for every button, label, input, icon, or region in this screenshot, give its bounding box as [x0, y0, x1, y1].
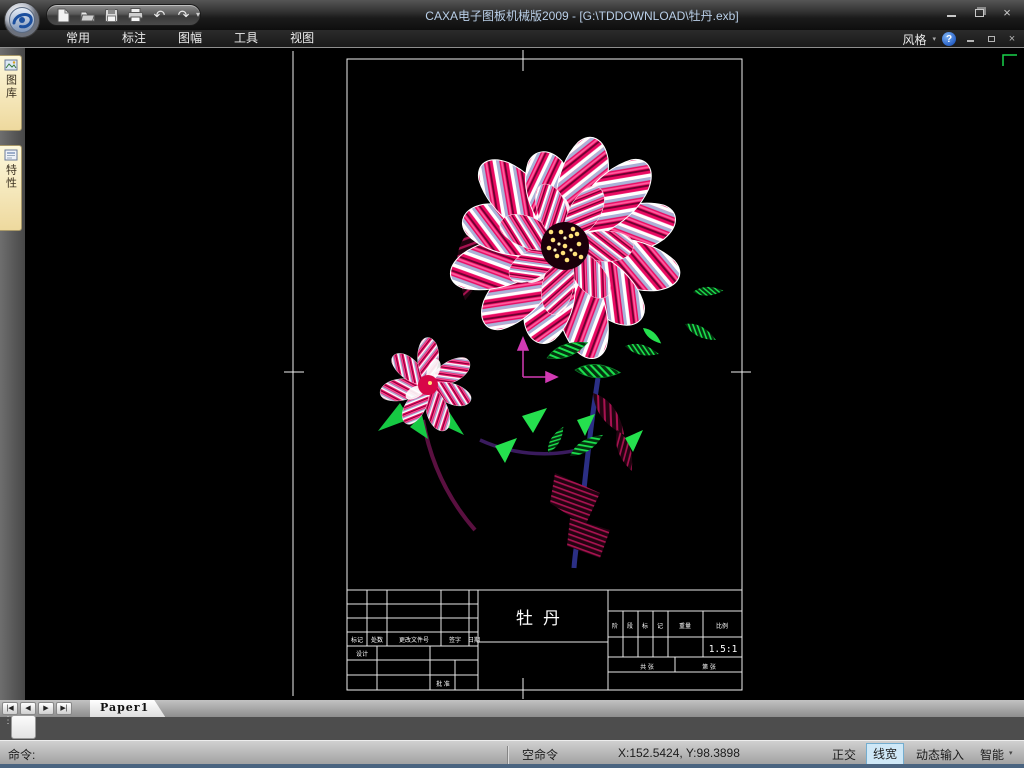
- dock-grip-icon[interactable]: ⋮: [3, 716, 13, 726]
- menu-bar: 常用 标注 图幅 工具 视图 风格 ▾ ? ×: [0, 30, 1024, 48]
- menu-biaozhu[interactable]: 标注: [106, 30, 162, 48]
- tb-rev-fileno: 更改文件号: [399, 636, 429, 644]
- library-icon: [4, 59, 17, 71]
- tb-stage-1: 阶: [612, 622, 618, 630]
- mdi-restore-icon: [987, 36, 995, 42]
- tb-rev-sign: 签字: [449, 636, 461, 644]
- linewidth-toggle[interactable]: 线宽: [866, 743, 905, 765]
- tb-approve: 批 准: [436, 680, 450, 688]
- tb-designer: 设计: [356, 650, 368, 658]
- tb-scale-value: 1.5:1: [709, 644, 738, 655]
- sidebar-tab-library-label: 图库: [4, 74, 17, 100]
- mdi-restore-button[interactable]: [983, 33, 999, 45]
- first-sheet-button[interactable]: |◀: [2, 702, 18, 715]
- snap-mode-toggle[interactable]: 智能: [980, 746, 1004, 763]
- style-menu[interactable]: 风格: [902, 31, 926, 48]
- quick-access-toolbar: ↶ ↷: [46, 4, 201, 26]
- command-window-handle[interactable]: [11, 715, 36, 739]
- dynamic-input-toggle[interactable]: 动态输入: [916, 746, 964, 763]
- app-logo-icon[interactable]: [3, 1, 41, 39]
- tb-weight: 重量: [679, 622, 691, 630]
- sidebar-tab-properties[interactable]: 特性: [0, 145, 22, 231]
- menu-tufu[interactable]: 图幅: [162, 30, 218, 48]
- menu-gongju[interactable]: 工具: [218, 30, 274, 48]
- style-dropdown-icon[interactable]: ▾: [932, 35, 936, 43]
- window-controls: ×: [940, 5, 1018, 20]
- sheet-tab-paper1[interactable]: Paper1: [90, 700, 165, 717]
- save-icon[interactable]: [103, 7, 120, 23]
- sheet-tab-bar: |◀ ◀ ▶ ▶| Paper1: [0, 700, 1024, 717]
- workspace: 图库 特性 标记 处数 更改文件号 签字 日期 设计 批 准 阶 段 标 记 重…: [0, 48, 1024, 700]
- print-icon[interactable]: [127, 7, 144, 23]
- ortho-toggle[interactable]: 正交: [832, 746, 856, 763]
- mdi-close-button[interactable]: ×: [1004, 33, 1020, 45]
- tb-stage-3: 标: [642, 622, 648, 630]
- mdi-minimize-button[interactable]: [962, 33, 978, 45]
- restore-icon: [974, 8, 984, 17]
- prev-sheet-button[interactable]: ◀: [20, 702, 36, 715]
- redo-icon[interactable]: ↷: [175, 7, 192, 23]
- sidebar-tab-library[interactable]: 图库: [0, 55, 22, 131]
- minimize-icon: [946, 9, 956, 17]
- drawing-canvas[interactable]: 标记 处数 更改文件号 签字 日期 设计 批 准 阶 段 标 记 重量 比例 共…: [25, 48, 1024, 700]
- tb-stage-4: 记: [657, 623, 663, 630]
- tb-sheet-no: 第 张: [702, 663, 716, 671]
- app-window: ↶ ↷ ▾ CAXA电子图板机械版2009 - [G:\TDDOWNLOAD\牡…: [0, 0, 1024, 768]
- tb-scale-label: 比例: [716, 622, 728, 630]
- status-bar: 命令: 空命令 X:152.5424, Y:98.3898 正交 线宽 动态输入…: [0, 740, 1024, 765]
- command-dock-strip: [0, 717, 1024, 740]
- command-state: 空命令: [522, 748, 559, 762]
- tb-rev-date: 日期: [468, 636, 480, 644]
- mdi-minimize-icon: [966, 36, 974, 42]
- window-title: CAXA电子图板机械版2009 - [G:\TDDOWNLOAD\牡丹.exb]: [425, 9, 739, 23]
- new-file-icon[interactable]: [55, 7, 72, 23]
- snap-dropdown-icon[interactable]: ▾: [1009, 749, 1013, 757]
- tb-rev-count: 处数: [371, 636, 383, 644]
- view-corner-marker: [1002, 54, 1017, 66]
- minimize-button[interactable]: [940, 5, 962, 20]
- tb-rev-mark: 标记: [351, 636, 363, 644]
- cursor-coordinates: X:152.5424, Y:98.3898: [618, 746, 740, 760]
- peony-artwork: [378, 131, 724, 569]
- undo-icon[interactable]: ↶: [151, 7, 168, 23]
- title-bar: ↶ ↷ ▾ CAXA电子图板机械版2009 - [G:\TDDOWNLOAD\牡…: [0, 0, 1024, 38]
- tb-sheet-total: 共 张: [640, 663, 654, 671]
- help-button[interactable]: ?: [942, 32, 956, 46]
- sheet-frame: [284, 50, 751, 699]
- qat-dropdown-icon[interactable]: ▾: [196, 10, 200, 19]
- open-file-icon[interactable]: [79, 7, 96, 23]
- menu-changyong[interactable]: 常用: [50, 30, 106, 48]
- sidebar-tab-properties-label: 特性: [4, 164, 17, 190]
- close-button[interactable]: ×: [996, 5, 1018, 20]
- bottom-edge: [0, 764, 1024, 768]
- restore-button[interactable]: [968, 5, 990, 20]
- status-divider: [507, 746, 509, 765]
- next-sheet-button[interactable]: ▶: [38, 702, 54, 715]
- bud-flower: [378, 337, 475, 439]
- tb-stage-2: 段: [627, 622, 633, 630]
- last-sheet-button[interactable]: ▶|: [56, 702, 72, 715]
- command-prompt-label[interactable]: 命令:: [8, 746, 35, 763]
- drawing-title-text: 牡丹: [516, 609, 570, 629]
- origin-axis-marker: [516, 336, 559, 384]
- properties-icon: [4, 149, 17, 161]
- menu-shitu[interactable]: 视图: [274, 30, 330, 48]
